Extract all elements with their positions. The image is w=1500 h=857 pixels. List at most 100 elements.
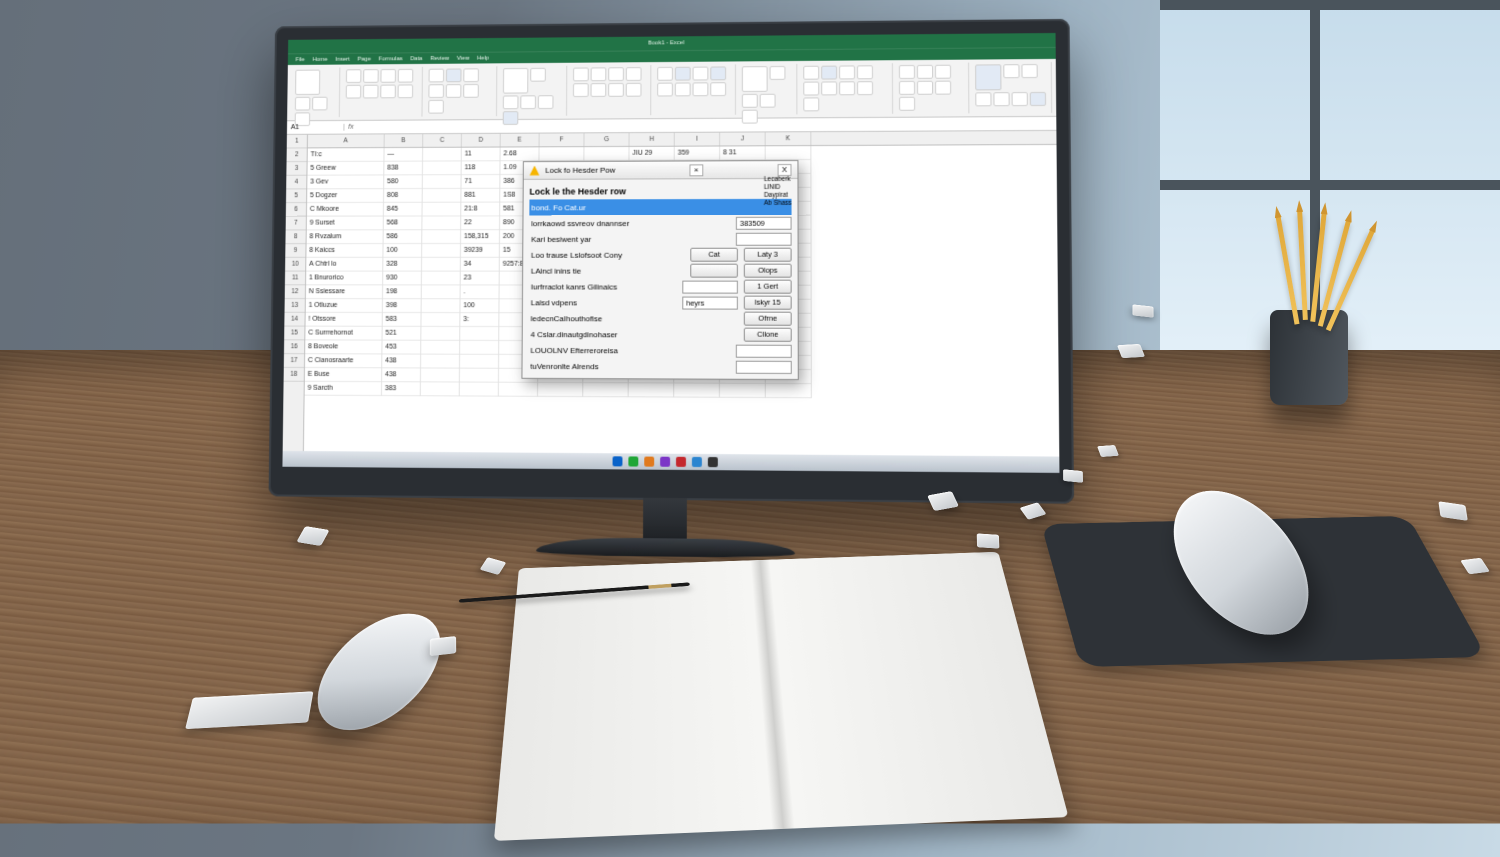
dialog-option-row[interactable]: Loo trause Lslofsoot ConyCatLaty 3 — [529, 247, 792, 263]
ribbon-button[interactable] — [976, 92, 992, 106]
ribbon-button[interactable] — [857, 65, 873, 79]
cell[interactable] — [421, 313, 459, 327]
cell[interactable]: C Mkoore — [307, 203, 383, 217]
cell[interactable] — [422, 216, 460, 230]
cell[interactable]: 22 — [461, 216, 499, 230]
ribbon-button[interactable] — [446, 68, 462, 82]
cell[interactable]: 453 — [382, 341, 420, 355]
cell[interactable]: 8 Rvzalum — [307, 230, 383, 244]
ribbon-button[interactable] — [502, 95, 518, 109]
ribbon-button[interactable] — [917, 81, 933, 95]
cell[interactable]: 100 — [460, 299, 498, 313]
cell[interactable]: TI:c — [308, 148, 384, 162]
cell[interactable] — [422, 285, 460, 299]
dialog-input[interactable]: heyrs — [682, 296, 738, 309]
ribbon-button[interactable] — [398, 69, 414, 83]
cell[interactable]: 5 Dogzer — [307, 189, 383, 203]
dialog-button[interactable]: Laty 3 — [744, 248, 792, 262]
menu-insert[interactable]: Insert — [335, 56, 349, 62]
ribbon-button[interactable] — [363, 85, 379, 99]
cell[interactable]: C Cianosraarte — [305, 354, 381, 368]
ribbon-button[interactable] — [657, 67, 673, 81]
cell[interactable]: 71 — [461, 175, 499, 189]
cell[interactable]: 39239 — [461, 244, 499, 258]
ribbon-button[interactable] — [398, 84, 414, 98]
dialog-button[interactable] — [690, 264, 738, 278]
cell[interactable]: 100 — [383, 244, 421, 258]
cell[interactable] — [720, 384, 765, 398]
row-header[interactable]: 17 — [284, 354, 304, 368]
taskbar-app-icon[interactable] — [628, 456, 638, 466]
cell[interactable]: 586 — [384, 230, 422, 244]
dialog-button[interactable]: Ofrne — [744, 312, 792, 326]
cell[interactable] — [421, 327, 459, 341]
ribbon-button[interactable] — [899, 81, 915, 95]
row-header[interactable]: 5 — [286, 189, 306, 203]
cell[interactable]: 5 Greew — [307, 162, 383, 176]
cell[interactable]: 2.68 — [501, 147, 539, 161]
ribbon-button[interactable] — [380, 85, 396, 99]
menu-help[interactable]: Help — [477, 55, 489, 61]
row-header[interactable]: 6 — [286, 203, 306, 217]
dialog-button[interactable]: Cat — [690, 248, 738, 262]
ribbon-button[interactable] — [346, 69, 361, 83]
dialog-option-row[interactable]: LOUOLNV Efterreroreisa — [528, 342, 791, 359]
cell[interactable] — [539, 147, 583, 161]
cell[interactable]: C Surrrehornot — [305, 327, 381, 341]
ribbon-button[interactable] — [428, 100, 444, 114]
row-header[interactable]: 11 — [285, 272, 305, 286]
cell[interactable] — [421, 382, 459, 396]
ribbon-button[interactable] — [1012, 92, 1028, 106]
cell[interactable] — [766, 384, 811, 398]
ribbon-button[interactable] — [710, 82, 726, 96]
ribbon-button[interactable] — [626, 83, 642, 97]
ribbon-button[interactable] — [463, 84, 479, 98]
row-header[interactable]: 4 — [286, 176, 306, 190]
cell[interactable] — [460, 341, 498, 355]
ribbon-button[interactable] — [1022, 64, 1038, 78]
menu-formulas[interactable]: Formulas — [378, 56, 402, 62]
taskbar-app-icon[interactable] — [660, 457, 670, 467]
dialog-button[interactable]: Cllone — [744, 328, 792, 342]
row-header[interactable]: 1 — [287, 135, 307, 149]
dialog-input[interactable] — [736, 360, 792, 373]
row-header[interactable]: 15 — [284, 327, 304, 341]
cell[interactable] — [460, 369, 498, 383]
row-header[interactable]: 16 — [284, 340, 304, 354]
cell[interactable] — [460, 383, 498, 397]
taskbar-app-icon[interactable] — [708, 457, 718, 467]
name-box[interactable]: A1 — [287, 124, 345, 131]
dialog-input[interactable] — [736, 232, 792, 245]
col-header[interactable]: H — [630, 133, 675, 146]
ribbon-button[interactable] — [839, 81, 855, 95]
taskbar-app-icon[interactable] — [692, 457, 702, 467]
cell[interactable]: 3 Gev — [307, 175, 383, 189]
col-header[interactable]: G — [584, 133, 629, 146]
cell[interactable] — [766, 146, 811, 160]
ribbon-button[interactable] — [742, 110, 758, 124]
cell[interactable]: 438 — [382, 368, 420, 382]
cell[interactable]: 34 — [461, 258, 499, 272]
cell[interactable]: 328 — [383, 258, 421, 272]
ribbon-button[interactable] — [857, 81, 873, 95]
dialog-titlebar[interactable]: Lock fo Hesder Pow × X — [524, 161, 798, 180]
cell[interactable] — [423, 189, 461, 203]
dialog-option-row[interactable]: lorrkaowd ssvreov dnannser383509 — [529, 215, 791, 231]
cell[interactable]: 3: — [460, 313, 498, 327]
cell[interactable]: 198 — [383, 285, 421, 299]
ribbon-button[interactable] — [675, 82, 691, 96]
ribbon-button[interactable] — [503, 68, 528, 94]
ribbon-button[interactable] — [346, 85, 361, 99]
ribbon-button[interactable] — [742, 66, 768, 92]
cell[interactable] — [583, 383, 627, 397]
taskbar-app-icon[interactable] — [613, 456, 623, 466]
dialog-x-button[interactable]: X — [778, 164, 792, 176]
ribbon-button[interactable] — [935, 81, 951, 95]
cell[interactable] — [423, 161, 461, 175]
dialog-option-row[interactable]: Lalsd vdpensheyrslskyr 15 — [529, 294, 792, 310]
cell[interactable] — [423, 148, 461, 162]
cell[interactable] — [422, 258, 460, 272]
ribbon-button[interactable] — [608, 67, 624, 81]
ribbon-button[interactable] — [657, 83, 673, 97]
ribbon-button[interactable] — [804, 97, 820, 111]
